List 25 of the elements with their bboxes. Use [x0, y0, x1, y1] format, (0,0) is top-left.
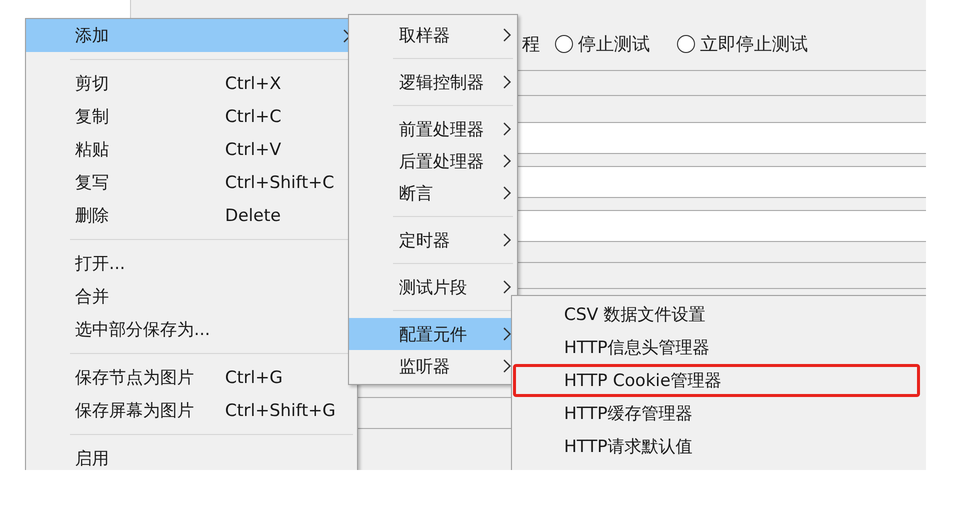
radio-label: 立即停止测试 — [700, 33, 808, 56]
chevron-right-icon — [503, 154, 511, 168]
chevron-right-icon — [503, 186, 511, 200]
menu-item[interactable]: 前置处理器 — [349, 113, 517, 145]
menu-item[interactable]: HTTP缓存管理器 — [513, 397, 920, 430]
chevron-right-icon — [503, 75, 511, 89]
chevron-right-icon — [503, 327, 511, 341]
menu-item[interactable]: 断言 — [349, 177, 517, 209]
chevron-right-icon — [503, 122, 511, 136]
chevron-right-icon — [503, 280, 511, 294]
menu-item[interactable]: HTTP请求默认值 — [513, 430, 920, 463]
radio-button[interactable] — [555, 35, 573, 53]
chevron-right-icon — [503, 28, 511, 42]
menu-item[interactable]: 后置处理器 — [349, 145, 517, 177]
radio-label: 程 — [522, 33, 540, 56]
menu-item[interactable]: HTTP Cookie管理器 — [513, 364, 920, 397]
chevron-right-icon — [343, 28, 351, 42]
chevron-right-icon — [503, 233, 511, 247]
radio-label: 停止测试 — [578, 33, 650, 56]
menu-item[interactable]: 定时器 — [349, 224, 517, 256]
radio-button[interactable] — [677, 35, 695, 53]
menu-item[interactable]: 逻辑控制器 — [349, 66, 517, 98]
menu-item[interactable]: 保存屏幕为图片 Ctrl+Shift+G — [26, 394, 357, 427]
chevron-right-icon — [503, 359, 511, 373]
menu-item[interactable]: 启用 — [26, 442, 357, 470]
